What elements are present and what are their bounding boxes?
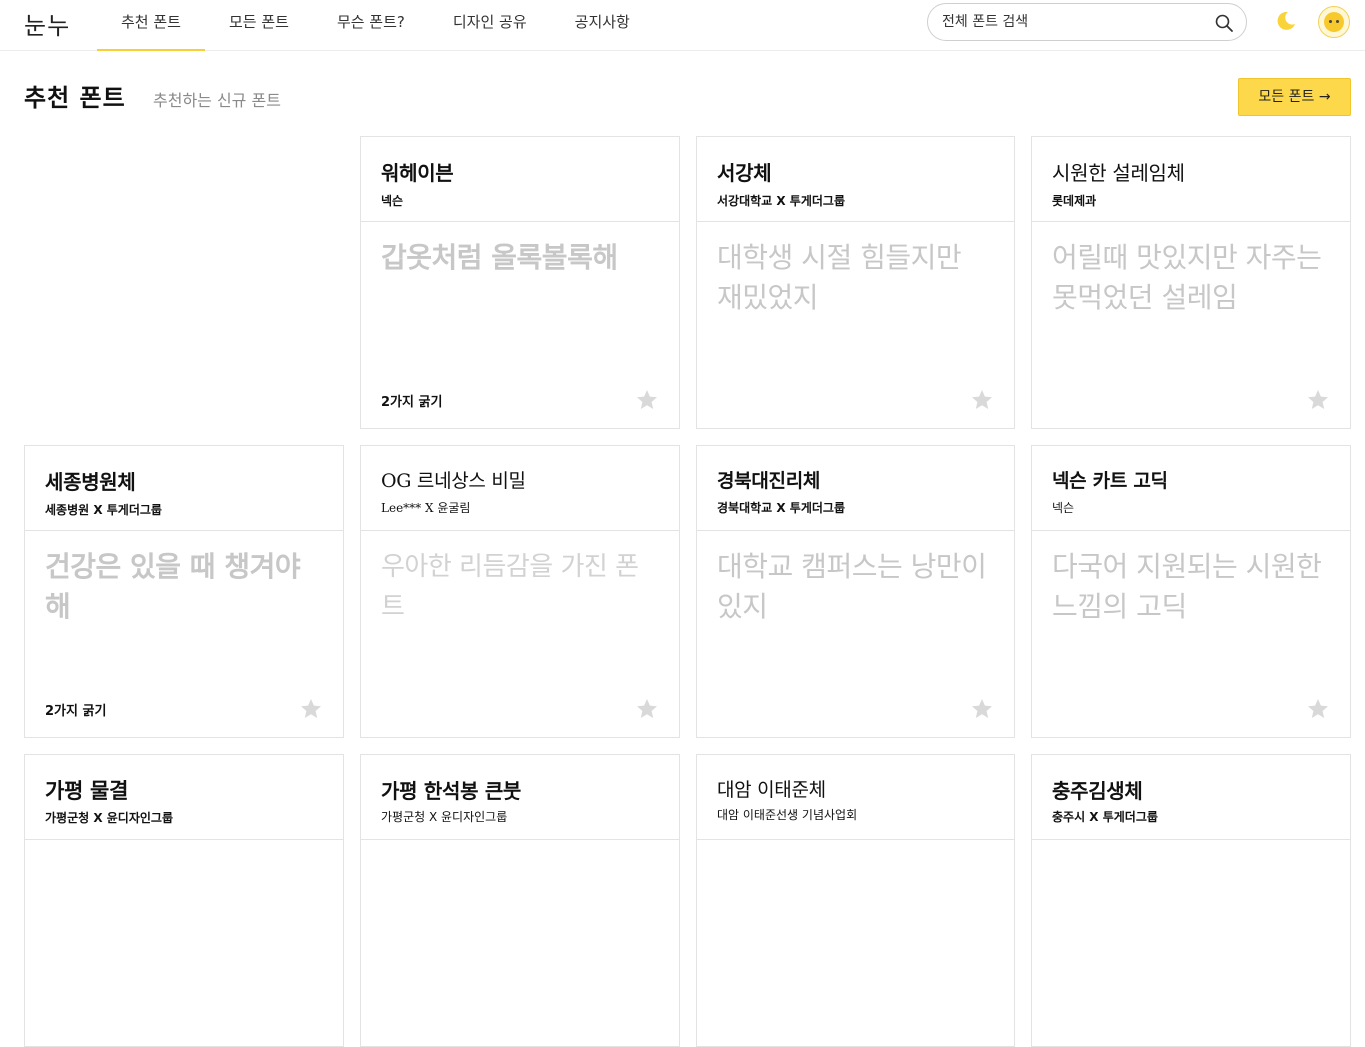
font-card[interactable]: 시원한 설레임체 롯데제과 어릴때 맛있지만 자주는 못먹었던 설레임 (1031, 136, 1351, 429)
font-author: 넥슨 (1052, 501, 1075, 515)
font-sample-text: 대학생 시절 힘들지만 재밌었지 (717, 241, 962, 314)
star-icon[interactable] (970, 697, 994, 721)
card-header: 충주김생체 충주시 X 투게더그룹 (1032, 755, 1350, 840)
font-name[interactable]: 넥슨 카트 고딕 (1052, 466, 1330, 493)
font-card[interactable]: 가평 물결 가평군청 X 윤디자인그룹 (24, 754, 344, 1047)
font-name[interactable]: 세종병원체 (45, 466, 323, 495)
font-card[interactable]: 대암 이태준체 대암 이태준선생 기념사업회 (696, 754, 1015, 1047)
font-card[interactable]: 넥슨 카트 고딕 넥슨 다국어 지원되는 시원한 느낌의 고딕 (1031, 445, 1351, 738)
font-sample-text: 갑옷처럼 올록볼록해 (381, 241, 618, 274)
star-icon[interactable] (1306, 697, 1330, 721)
font-author: 세종병원 X 투게더그룹 (45, 503, 162, 517)
font-card[interactable]: 세종병원체 세종병원 X 투게더그룹 건강은 있을 때 챙겨야해 2가지 굵기 (24, 445, 344, 738)
font-sample-text: 건강은 있을 때 챙겨야해 (45, 550, 301, 623)
font-author: 충주시 X 투게더그룹 (1052, 810, 1158, 824)
font-name[interactable]: OG 르네상스 비밀 (381, 466, 659, 493)
font-name[interactable]: 워헤이븐 (381, 157, 659, 186)
font-sample-text: 어릴때 맛있지만 자주는 못먹었던 설레임 (1052, 241, 1322, 314)
font-author: 대암 이태준선생 기념사업회 (717, 808, 858, 822)
font-author: 가평군청 X 윤디자인그룹 (381, 810, 508, 824)
font-sample-text: 대학교 캠퍼스는 낭만이 있지 (717, 550, 987, 623)
font-name[interactable]: 대암 이태준체 (717, 775, 994, 802)
font-author: 서강대학교 X 투게더그룹 (717, 194, 846, 208)
star-icon[interactable] (635, 388, 659, 412)
card-header: 세종병원체 세종병원 X 투게더그룹 (25, 446, 343, 531)
font-card[interactable]: 서강체 서강대학교 X 투게더그룹 대학생 시절 힘들지만 재밌었지 (696, 136, 1015, 429)
card-header: 넥슨 카트 고딕 넥슨 (1032, 446, 1350, 531)
font-author: 넥슨 (381, 194, 404, 208)
font-author: 롯데제과 (1052, 194, 1097, 208)
font-name[interactable]: 충주김생체 (1052, 775, 1330, 804)
card-header: OG 르네상스 비밀 Lee*** X 윤굴림 (361, 446, 679, 531)
card-header: 워헤이븐 넥슨 (361, 137, 679, 222)
font-weights: 2가지 굵기 (45, 704, 107, 719)
font-name[interactable]: 경북대진리체 (717, 466, 994, 493)
star-icon[interactable] (1306, 388, 1330, 412)
font-name[interactable]: 시원한 설레임체 (1052, 157, 1330, 186)
star-icon[interactable] (635, 697, 659, 721)
font-author: 경북대학교 X 투게더그룹 (717, 501, 846, 515)
font-name[interactable]: 서강체 (717, 157, 994, 186)
card-header: 가평 한석봉 큰붓 가평군청 X 윤디자인그룹 (361, 755, 679, 840)
font-card[interactable]: 충주김생체 충주시 X 투게더그룹 (1031, 754, 1351, 1047)
font-card-grid: 워헤이븐 넥슨 갑옷처럼 올록볼록해 2가지 굵기 서강체 서강대학교 X 투게… (0, 0, 1365, 1047)
card-header: 경북대진리체 경북대학교 X 투게더그룹 (697, 446, 1014, 531)
star-icon[interactable] (299, 697, 323, 721)
card-header: 대암 이태준체 대암 이태준선생 기념사업회 (697, 755, 1014, 840)
font-weights: 2가지 굵기 (381, 395, 443, 410)
font-name[interactable]: 가평 한석봉 큰붓 (381, 775, 659, 804)
font-card[interactable]: 경북대진리체 경북대학교 X 투게더그룹 대학교 캠퍼스는 낭만이 있지 (696, 445, 1015, 738)
font-card[interactable]: 워헤이븐 넥슨 갑옷처럼 올록볼록해 2가지 굵기 (360, 136, 680, 429)
font-author: Lee*** X 윤굴림 (381, 501, 471, 515)
font-card[interactable]: OG 르네상스 비밀 Lee*** X 윤굴림 우아한 리듬감을 가진 폰트 (360, 445, 680, 738)
card-header: 시원한 설레임체 롯데제과 (1032, 137, 1350, 222)
font-name[interactable]: 가평 물결 (45, 775, 323, 805)
card-header: 가평 물결 가평군청 X 윤디자인그룹 (25, 755, 343, 840)
font-card[interactable]: 가평 한석봉 큰붓 가평군청 X 윤디자인그룹 (360, 754, 680, 1047)
star-icon[interactable] (970, 388, 994, 412)
font-author: 가평군청 X 윤디자인그룹 (45, 811, 174, 825)
card-header: 서강체 서강대학교 X 투게더그룹 (697, 137, 1014, 222)
font-sample-text: 우아한 리듬감을 가진 폰트 (381, 552, 639, 622)
font-sample-text: 다국어 지원되는 시원한 느낌의 고딕 (1052, 550, 1322, 623)
